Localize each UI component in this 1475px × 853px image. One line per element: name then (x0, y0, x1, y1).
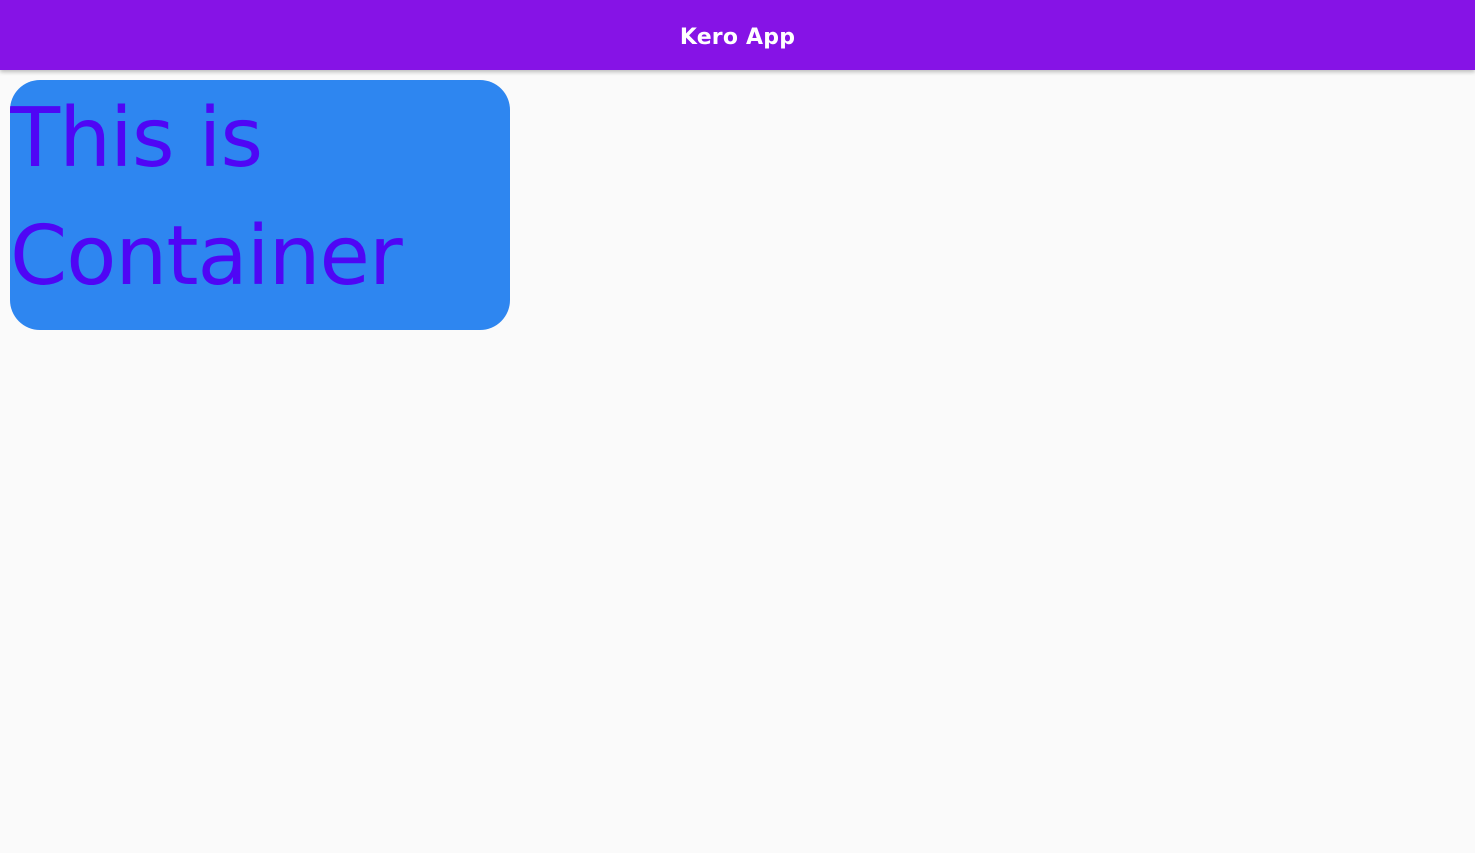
app-bar: Kero App (0, 0, 1475, 70)
container-text: This is Container (10, 91, 403, 304)
blue-container: This is Container (10, 80, 510, 330)
app-title: Kero App (679, 24, 796, 50)
